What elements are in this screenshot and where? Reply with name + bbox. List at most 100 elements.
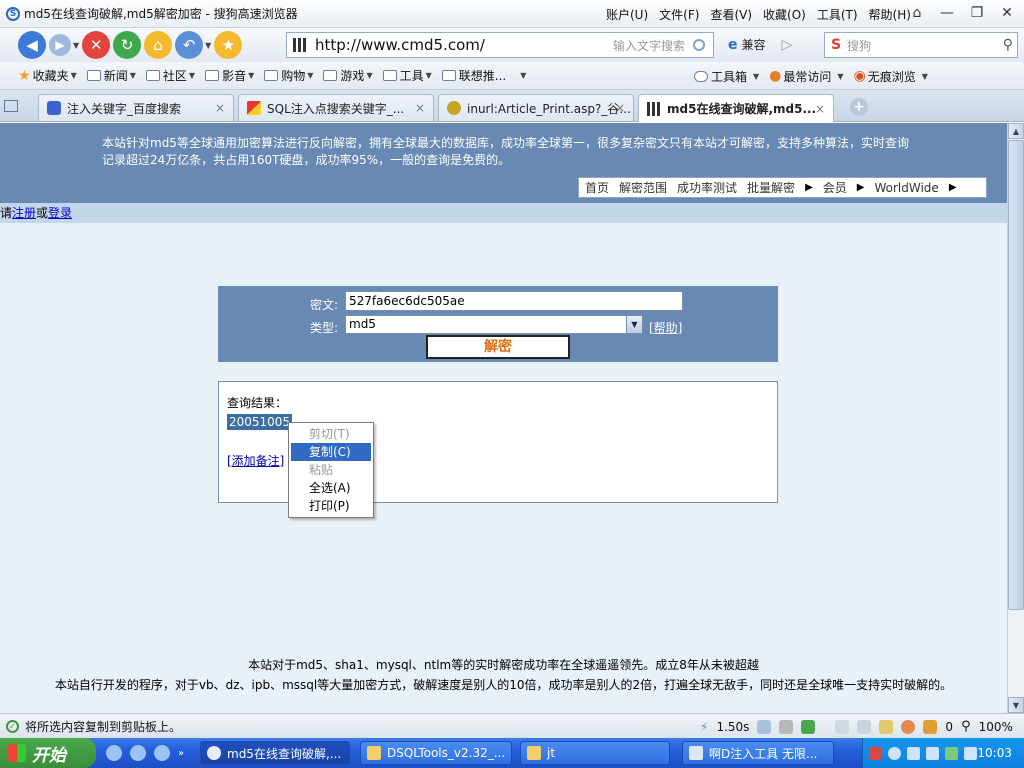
window-icon[interactable] (879, 719, 894, 734)
toolbox-button[interactable]: 工具箱 ▼ (694, 68, 759, 85)
task-browser[interactable]: md5在线查询破解,... (200, 741, 350, 765)
bookmark-lenovo[interactable]: 联想推... ▼ (441, 67, 526, 84)
undo-close-button[interactable]: ↶ (175, 31, 204, 59)
favorite-star-button[interactable]: ★ (214, 31, 243, 59)
tab-baidu-search[interactable]: 注入关键字_百度搜索 × (38, 94, 234, 121)
show-desktop-icon[interactable] (106, 745, 122, 761)
windows-logo-icon (8, 744, 26, 762)
window-title: md5在线查询破解,md5解密加密 - 搜狗高速浏览器 (24, 7, 298, 21)
most-visited-button[interactable]: ● 最常访问 ▼ (769, 68, 843, 85)
result-value[interactable]: 20051005 (227, 414, 293, 430)
chevron-down-icon[interactable]: ▼ (626, 316, 642, 333)
tab-inurl-search[interactable]: inurl:Article_Print.asp?_谷... × (438, 94, 634, 121)
register-link[interactable]: 注册 (12, 206, 36, 220)
bookmark-news[interactable]: 新闻 ▼ (86, 67, 136, 84)
scroll-up-icon[interactable]: ▲ (1008, 123, 1024, 139)
stop-button[interactable]: ✕ (82, 31, 111, 59)
private-browsing-button[interactable]: ◉ 无痕浏览 ▼ (854, 68, 928, 85)
tab-cmd5-active[interactable]: md5在线查询破解,md5... × (638, 94, 834, 122)
nav-batch-decrypt[interactable]: 批量解密 (747, 179, 795, 196)
task-injection-tool[interactable]: 啊D注入工具 无限... (682, 741, 834, 765)
tab-close-icon[interactable]: × (815, 102, 825, 116)
address-bar[interactable]: http://www.cmd5.com/ 输入文字搜索 (286, 32, 714, 58)
nav-home[interactable]: 首页 (585, 179, 609, 196)
volume-icon[interactable] (835, 719, 850, 734)
type-select[interactable]: md5 ▼ (345, 315, 643, 334)
tab-sql-search[interactable]: SQL注入点搜索关键字_... × (238, 94, 434, 121)
download-icon[interactable] (801, 719, 816, 734)
tray-back-icon[interactable] (888, 746, 901, 760)
undo-dropdown-icon[interactable]: ▼ (205, 41, 211, 50)
home-button[interactable]: ⌂ (144, 31, 173, 59)
maximize-button[interactable]: ❐ (964, 3, 990, 23)
tab-close-icon[interactable]: × (215, 101, 225, 115)
bookmark-shopping[interactable]: 购物 ▼ (264, 67, 313, 84)
tab-bar: 注入关键字_百度搜索 × SQL注入点搜索关键字_... × inurl:Art… (0, 90, 1024, 122)
search-box[interactable]: S 搜狗 ⚲ (824, 32, 1018, 58)
menu-tools[interactable]: 工具(T) (817, 6, 858, 23)
scroll-down-icon[interactable]: ▼ (1008, 697, 1024, 713)
menu-item-copy[interactable]: 复制(C) (291, 443, 371, 461)
menu-account[interactable]: 账户(U) (606, 6, 648, 23)
bookmark-favorites[interactable]: ★ 收藏夹 ▼ (18, 67, 77, 84)
task-dsqltools[interactable]: DSQLTools_v2.32_... (360, 741, 512, 765)
eye-protect-icon[interactable] (901, 719, 916, 734)
new-tab-button[interactable]: + (850, 98, 868, 116)
skin-icon[interactable]: ⌂ (904, 3, 930, 23)
security-shield-icon[interactable] (693, 39, 705, 51)
edit-icon[interactable] (757, 719, 772, 734)
tab-close-icon[interactable]: × (615, 101, 625, 115)
sogou-search-icon[interactable]: S (831, 37, 841, 53)
sidebar-toggle-icon[interactable] (4, 100, 18, 112)
tray-volume-icon[interactable] (964, 746, 977, 760)
nav-success-test[interactable]: 成功率测试 (677, 179, 737, 196)
tab-close-icon[interactable]: × (415, 101, 425, 115)
scroll-thumb[interactable] (1008, 140, 1024, 610)
sogou-browser-icon[interactable] (154, 745, 170, 761)
decrypt-button[interactable]: 解密 (426, 335, 570, 359)
bookmark-media[interactable]: 影音 ▼ (205, 67, 254, 84)
menu-file[interactable]: 文件(F) (659, 6, 699, 23)
nav-decrypt-range[interactable]: 解密范围 (619, 179, 667, 196)
shield-icon[interactable] (923, 719, 938, 734)
zoom-level[interactable]: 100% (979, 720, 1013, 734)
clock[interactable]: 10:03 (977, 746, 1012, 760)
status-bar: ✓ 将所选内容复制到剪贴板上。 ⚡ 1.50s 0 ⚲ 100% (0, 713, 1024, 738)
load-speed[interactable]: 1.50s (716, 720, 749, 734)
history-dropdown-icon[interactable]: ▼ (73, 41, 79, 50)
tray-display-icon[interactable] (926, 746, 939, 760)
bookmark-games[interactable]: 游戏 ▼ (323, 67, 373, 84)
forward-button[interactable]: ▶ (49, 34, 71, 56)
bookmark-community[interactable]: 社区 ▼ (145, 67, 195, 84)
menu-item-print[interactable]: 打印(P) (291, 497, 371, 515)
menu-item-select-all[interactable]: 全选(A) (291, 479, 371, 497)
menu-favorites[interactable]: 收藏(O) (763, 6, 806, 23)
login-link[interactable]: 登录 (48, 206, 72, 220)
chevron-right-icon[interactable]: » (178, 748, 184, 759)
add-note-link[interactable]: [添加备注] (227, 452, 284, 469)
minimize-button[interactable]: — (934, 3, 960, 23)
system-tray: 10:03 (862, 738, 1024, 768)
menu-view[interactable]: 查看(V) (710, 6, 752, 23)
start-button[interactable]: 开始 (0, 738, 96, 768)
nav-worldwide[interactable]: WorldWide (874, 181, 938, 195)
ie-icon[interactable] (130, 745, 146, 761)
go-arrow-icon[interactable]: ▷ (782, 37, 793, 53)
refresh-button[interactable]: ↻ (113, 31, 142, 59)
nav-member[interactable]: 会员 (823, 179, 847, 196)
help-link[interactable]: [帮助] (649, 319, 682, 336)
bookmark-tools[interactable]: 工具 ▼ (382, 67, 432, 84)
tray-security-icon[interactable] (945, 746, 958, 760)
vertical-scrollbar[interactable]: ▲ ▼ (1007, 123, 1024, 713)
address-url[interactable]: http://www.cmd5.com/ (315, 36, 485, 54)
mouse-gesture-icon[interactable] (779, 719, 794, 734)
cipher-input[interactable]: 527fa6ec6dc505ae (345, 291, 683, 311)
back-button[interactable]: ◀ (18, 31, 46, 59)
tray-app-icon[interactable] (869, 746, 882, 760)
compat-mode-button[interactable]: e 兼容 ▷ (728, 36, 792, 53)
search-icon[interactable]: ⚲ (1003, 37, 1013, 53)
screenshot-icon[interactable] (857, 719, 872, 734)
tray-network-icon[interactable] (907, 746, 920, 760)
close-button[interactable]: ✕ (994, 3, 1020, 23)
task-jt[interactable]: jt (520, 741, 670, 765)
